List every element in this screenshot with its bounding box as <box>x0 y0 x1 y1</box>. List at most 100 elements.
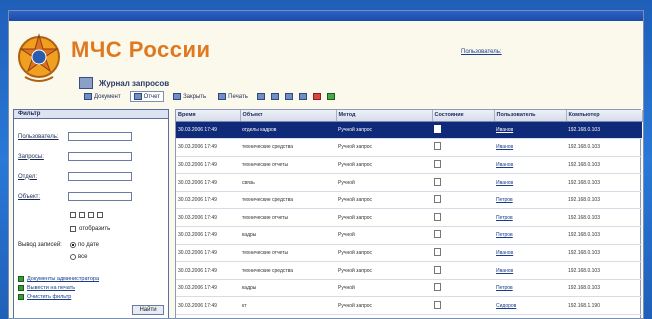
col-time[interactable]: Время <box>176 110 241 122</box>
filter-show-checkbox[interactable] <box>70 226 76 232</box>
link-print[interactable]: Вывести на печать <box>18 285 99 291</box>
user-link[interactable]: Иванов <box>496 144 513 150</box>
export-icon[interactable] <box>270 93 279 100</box>
sort-radio-date[interactable] <box>70 242 76 248</box>
table-row[interactable]: 30.03.2006 17:49 технические средства Ручн… <box>176 191 642 210</box>
filter-checkbox-1[interactable] <box>70 212 76 218</box>
cell-time: 30.03.2006 17:49 <box>176 191 240 210</box>
col-state[interactable]: Состояние <box>432 110 495 122</box>
filter-row-object: Объект: <box>18 192 132 201</box>
cell-computer: 192.168.0.103 <box>566 156 642 175</box>
col-computer[interactable]: Компьютер <box>566 110 643 122</box>
toolbar-print-label: Печать <box>228 93 248 100</box>
filter-requests-input[interactable] <box>68 152 132 161</box>
document-status-icon[interactable] <box>434 230 441 239</box>
emergency-ministry-emblem-icon <box>18 33 60 82</box>
document-status-icon[interactable] <box>434 283 441 292</box>
journal-title: Журнал запросов <box>99 78 170 88</box>
user-link[interactable]: Иванов <box>496 180 513 186</box>
cell-object: кт <box>240 296 336 316</box>
document-status-icon[interactable] <box>434 212 441 221</box>
table-row[interactable]: 30.03.2006 17:49 технические средства Ручн… <box>176 138 642 157</box>
table-row[interactable]: 30.03.2006 17:49 связь Ручной Иванов 192.168… <box>176 173 642 192</box>
user-link[interactable]: Иванов <box>496 250 513 256</box>
user-link[interactable]: Петров <box>496 215 513 221</box>
col-object[interactable]: Объект <box>240 110 337 122</box>
cell-object: технические отчеты <box>240 208 336 228</box>
settings-icon[interactable] <box>326 93 335 100</box>
table-row[interactable]: 30.03.2006 17:49 отделы кадров Ручной запр… <box>176 121 642 140</box>
cell-method: Ручной запрос <box>336 296 432 316</box>
filter-show-row: отобразить <box>70 226 110 232</box>
page-header: МЧС России Пользователь: Журнал запросов <box>9 21 643 99</box>
document-status-icon[interactable] <box>434 195 441 204</box>
document-status-icon[interactable] <box>434 265 441 274</box>
cell-object: связь <box>240 173 336 192</box>
filter-checkbox-2[interactable] <box>79 212 85 218</box>
link-clear-filter[interactable]: Очистить фильтр <box>18 294 99 300</box>
requests-table: Время Объект Метод Состояние Пользовател… <box>175 109 643 318</box>
copy-icon[interactable] <box>284 93 293 100</box>
toolbar-document-button[interactable]: Документ <box>81 92 124 101</box>
user-label[interactable]: Пользователь: <box>461 49 502 55</box>
apply-filter-button[interactable]: Найти <box>132 305 164 315</box>
cell-computer: 192.168.0.103 <box>566 173 642 192</box>
table-row[interactable]: 30.03.2006 17:49 технические средства Ручн… <box>176 261 642 280</box>
cell-state <box>432 208 494 228</box>
delete-icon[interactable] <box>312 93 321 100</box>
app-window: МЧС России Пользователь: Журнал запросов… <box>8 10 644 319</box>
link-admin-docs[interactable]: Документы администратора <box>18 276 99 282</box>
toolbar-report-button[interactable]: Отчет <box>129 91 165 102</box>
document-icon <box>84 93 92 100</box>
table-header: Время Объект Метод Состояние Пользовател… <box>176 110 643 122</box>
filter-show-label: отобразить <box>79 226 111 232</box>
cell-time: 30.03.2006 17:49 <box>176 138 240 157</box>
filter-user-input[interactable] <box>68 132 132 141</box>
sort-radio-date-label: по дате <box>78 242 99 248</box>
filter-department-input[interactable] <box>68 172 132 181</box>
cell-user: Иванов <box>494 156 566 175</box>
filter-checkbox-3[interactable] <box>88 212 94 218</box>
document-status-icon[interactable] <box>434 142 441 151</box>
document-status-icon[interactable] <box>434 177 441 186</box>
table-row[interactable]: 30.03.2006 17:49 кадры Ручной Петров 192.168… <box>176 279 642 298</box>
cell-time: 30.03.2006 17:49 <box>176 226 240 245</box>
save-icon[interactable] <box>256 93 265 100</box>
document-status-icon[interactable] <box>434 300 441 309</box>
col-method[interactable]: Метод <box>336 110 433 122</box>
cell-time: 30.03.2006 17:49 <box>176 121 240 140</box>
sort-radio-all[interactable] <box>70 254 76 260</box>
filter-object-label: Объект: <box>18 193 41 200</box>
filter-user-label: Пользователь: <box>18 133 59 140</box>
toolbar-print-button[interactable]: Печать <box>215 92 251 101</box>
refresh-icon[interactable] <box>298 93 307 100</box>
filter-object-input[interactable] <box>68 192 132 201</box>
document-status-icon[interactable] <box>434 124 441 133</box>
table-row[interactable]: 30.03.2006 17:49 технические отчеты Ручной… <box>176 208 642 228</box>
user-link[interactable]: Иванов <box>496 162 513 168</box>
toolbar-close-button[interactable]: Закрыть <box>170 92 209 101</box>
user-link[interactable]: Петров <box>496 232 513 238</box>
user-link[interactable]: Иванов <box>496 268 513 274</box>
user-link[interactable]: Петров <box>496 197 513 203</box>
cell-user: Петров <box>494 191 566 210</box>
cell-computer: 192.168.0.103 <box>566 208 642 228</box>
user-link[interactable]: Иванов <box>496 127 513 133</box>
table-row[interactable]: 30.03.2006 17:49 технические отчеты Ручной… <box>176 244 642 263</box>
user-link[interactable]: Сидоров <box>496 303 516 309</box>
green-square-icon <box>18 276 24 282</box>
cell-user: Иванов <box>494 138 566 157</box>
user-link[interactable]: Петров <box>496 285 513 291</box>
cell-time: 30.03.2006 17:49 <box>176 279 240 298</box>
filter-checkbox-4[interactable] <box>97 212 103 218</box>
document-status-icon[interactable] <box>434 247 441 256</box>
document-status-icon[interactable] <box>434 159 441 168</box>
col-user[interactable]: Пользователь <box>494 110 567 122</box>
sidebar-links: Документы администратора Вывести на печа… <box>18 276 99 303</box>
report-icon <box>133 93 142 100</box>
cell-user: Иванов <box>494 173 566 192</box>
cell-computer: 192.168.0.103 <box>566 261 642 280</box>
table-row[interactable]: 30.03.2006 17:49 технические отчеты Ручной… <box>176 156 642 175</box>
table-row[interactable]: 30.03.2006 17:49 кт Ручной запрос Сидоров 19… <box>176 296 642 316</box>
table-row[interactable]: 30.03.2006 17:49 кадры Ручной Петров 192.168… <box>176 226 642 245</box>
